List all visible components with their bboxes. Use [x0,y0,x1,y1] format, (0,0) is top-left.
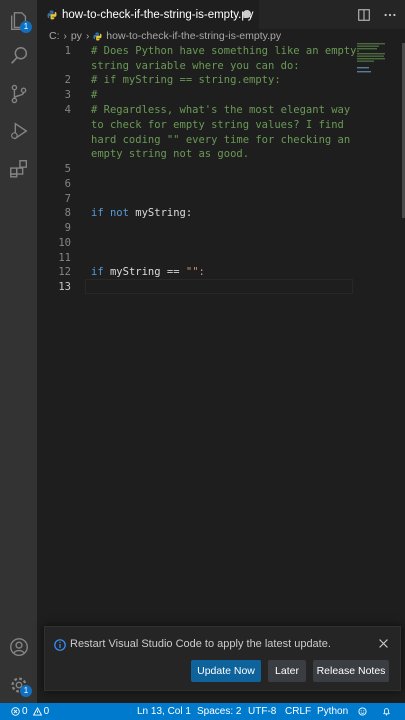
split-editor-icon [358,8,370,21]
source-control-button[interactable] [0,75,37,112]
python-file-icon [47,10,57,19]
breadcrumb-folder[interactable]: py [71,30,82,42]
tab-bar: how-to-check-if-the-string-is-empty.py [37,0,405,29]
manage-button[interactable]: 1 [0,666,37,703]
keyword-not: not [109,207,129,219]
language-mode[interactable]: Python [317,703,348,720]
code-editor[interactable]: 1 2 3 4 5 6 7 8 9 10 11 12 13 # Does Pyt… [37,43,405,623]
feedback-button[interactable] [358,703,369,720]
explorer-button[interactable]: 1 [0,2,37,39]
manage-badge: 1 [20,685,32,697]
chevron-right-icon: › [63,30,67,42]
line-number: 12 [58,266,71,278]
status-bar: 0 0 Ln 13, Col 1 Spaces: 2 UTF-8 CRLF Py… [0,703,405,720]
code-line: if myString == "": [91,265,205,280]
editor-tab[interactable]: how-to-check-if-the-string-is-empty.py [37,0,259,29]
line-number: 3 [64,89,71,101]
line-number: 10 [58,237,71,249]
release-notes-button[interactable]: Release Notes [313,660,389,682]
line-number: 7 [64,193,71,205]
tab-actions [353,0,405,29]
explorer-badge: 1 [20,21,32,33]
line-number: 11 [58,252,71,264]
code-line-wrap: string variable where you can do: [91,60,300,72]
line-number: 8 [64,207,71,219]
chevron-right-icon: › [85,30,90,42]
operator: == [166,266,180,278]
error-count: 0 [22,706,28,717]
search-button[interactable] [0,37,37,74]
extensions-icon [9,159,27,177]
line-number: 2 [64,74,71,86]
encoding[interactable]: UTF-8 [248,703,276,720]
later-button[interactable]: Later [268,660,306,682]
current-line-highlight [85,279,353,294]
activity-bar: 1 1 [0,0,37,703]
breadcrumb-file-label: how-to-check-if-the-string-is-empty.py [106,30,282,42]
string-literal: "": [185,266,205,278]
search-icon [10,46,27,64]
split-editor-button[interactable] [353,4,375,26]
more-actions-button[interactable] [379,4,401,26]
run-debug-button[interactable] [0,112,37,149]
bell-icon [383,708,390,716]
tab-label: how-to-check-if-the-string-is-empty.py [62,8,254,21]
update-notification: Restart Visual Studio Code to apply the … [44,626,401,691]
line-number-gutter: 1 2 3 4 5 6 7 8 9 10 11 12 13 [37,43,77,623]
line-number: 1 [64,45,71,57]
indentation[interactable]: Spaces: 2 [197,703,241,720]
info-icon [54,639,66,651]
notifications-button[interactable] [382,703,393,720]
notification-message: Restart Visual Studio Code to apply the … [70,638,331,650]
accounts-button[interactable] [0,628,37,665]
line-number: 4 [64,104,71,116]
close-notification-button[interactable] [376,636,390,650]
breadcrumb-file[interactable]: how-to-check-if-the-string-is-empty.py [93,30,281,42]
line-number: 9 [64,222,71,234]
error-icon [11,707,20,716]
python-file-icon [93,31,102,41]
code-line: # Regardless, what's the most elegant wa… [91,104,351,116]
code-line: # [91,89,98,101]
more-icon [384,13,396,16]
line-ending[interactable]: CRLF [285,703,311,720]
identifier: myString [109,266,161,278]
unsaved-dot-icon[interactable] [243,10,251,18]
run-debug-icon [10,121,28,140]
breadcrumb-drive[interactable]: C: [49,30,60,42]
breadcrumb: C: › py › how-to-check-if-the-string-is-… [37,29,405,43]
keyword-if: if [91,207,104,219]
account-icon [9,637,28,656]
identifier: myString: [135,207,193,219]
problems-indicator[interactable]: 0 0 [11,703,49,720]
feedback-icon [358,707,367,716]
code-line-wrap: to check for empty string values? I find [91,119,344,131]
update-now-button[interactable]: Update Now [191,660,261,682]
code-line-wrap: empty string not as good. [91,148,250,160]
cursor-position[interactable]: Ln 13, Col 1 [137,703,191,720]
code-line: if not myString: [91,206,192,221]
extensions-button[interactable] [0,150,37,187]
code-line: # Does Python have something like an emp… [91,45,357,57]
close-icon [378,638,388,648]
code-line-wrap: hard coding "" every time for checking a… [91,134,351,146]
line-number-active: 13 [58,281,71,293]
warning-icon [32,707,42,716]
line-number: 5 [64,163,71,175]
keyword-if: if [91,266,104,278]
minimap[interactable] [357,43,403,73]
line-number: 6 [64,178,71,190]
warning-count: 0 [43,706,50,717]
code-line: # if myString == string.empty: [91,74,281,86]
source-control-icon [11,84,26,103]
